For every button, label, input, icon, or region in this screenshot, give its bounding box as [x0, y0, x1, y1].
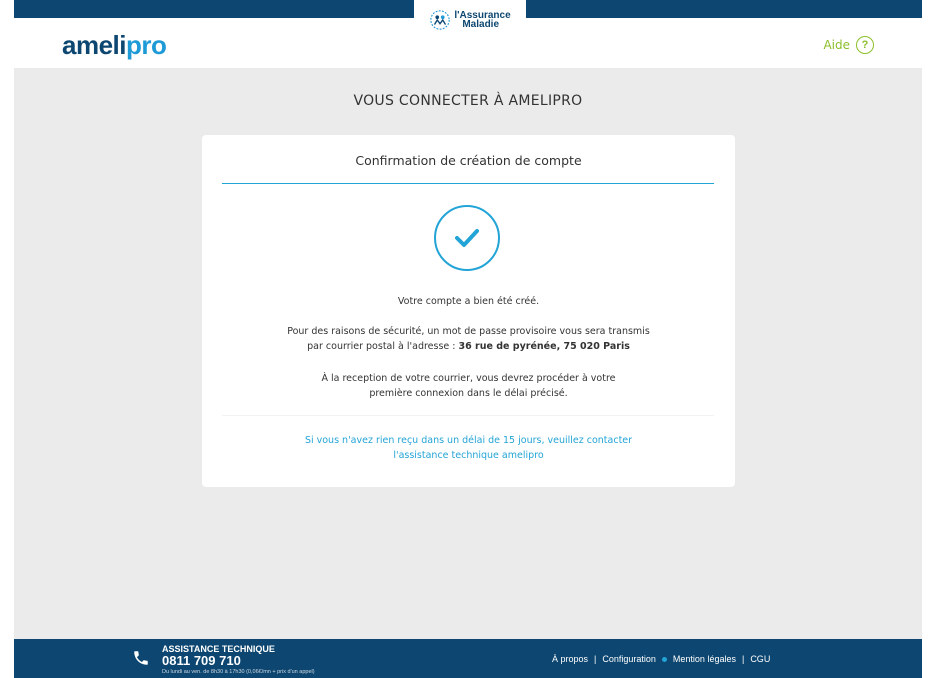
help-link[interactable]: Aide ?	[823, 36, 874, 54]
footer-link-a-propos[interactable]: À propos	[552, 654, 588, 664]
contact-line2: l'assistance technique amelipro	[393, 450, 544, 461]
checkmark-icon	[455, 229, 479, 247]
account-created-message: Votre compte a bien été créé.	[397, 296, 540, 307]
confirmation-card: Confirmation de création de compte Votre…	[202, 135, 735, 487]
assistance-phone-number[interactable]: 0811 709 710	[162, 654, 315, 668]
question-circle-icon: ?	[856, 36, 874, 54]
reception-line2: première connexion dans le délai précisé…	[369, 388, 568, 399]
security-line2-prefix: par courrier postal à l'adresse :	[307, 341, 456, 352]
reception-line1: À la reception de votre courrier, vous d…	[321, 373, 616, 384]
card-separator	[222, 415, 714, 416]
contact-line1: Si vous n'avez rien reçu dans un délai d…	[304, 435, 633, 446]
footer-link-cgu[interactable]: CGU	[750, 654, 770, 664]
postal-address: 36 rue de pyrénée, 75 020 Paris	[458, 341, 630, 352]
help-label: Aide	[823, 38, 850, 52]
page-title: VOUS CONNECTER À AMELIPRO	[353, 93, 583, 109]
contact-support-link[interactable]: Si vous n'avez rien reçu dans un délai d…	[202, 433, 735, 463]
technical-assistance: ASSISTANCE TECHNIQUE 0811 709 710 Du lun…	[162, 644, 315, 676]
app-frame: amelipro Aide ? l'Assurance Maladie VOUS…	[14, 0, 922, 678]
card-title: Confirmation de création de compte	[355, 153, 582, 168]
logo-part-pro: pro	[126, 30, 167, 60]
reception-message: À la reception de votre courrier, vous d…	[202, 371, 735, 401]
assurance-maladie-emblem-icon	[430, 10, 451, 30]
phone-icon	[134, 651, 148, 665]
footer-link-mentions[interactable]: Mention légales	[673, 654, 736, 664]
footer-link-configuration[interactable]: Configuration	[602, 654, 656, 664]
card-divider	[222, 183, 714, 184]
assurance-maladie-logo: l'Assurance Maladie	[414, 0, 526, 40]
amelipro-logo[interactable]: amelipro	[62, 30, 167, 61]
logo-part-ameli: ameli	[62, 30, 127, 60]
assurance-line2: Maladie	[462, 19, 500, 30]
check-circle-icon	[434, 205, 500, 271]
footer: ASSISTANCE TECHNIQUE 0811 709 710 Du lun…	[14, 639, 922, 678]
security-line2: par courrier postal à l'adresse : 36 rue…	[202, 339, 735, 354]
security-line1: Pour des raisons de sécurité, un mot de …	[287, 326, 650, 337]
footer-links: À propos | Configuration Mention légales…	[552, 654, 770, 664]
assurance-maladie-text: l'Assurance Maladie	[454, 11, 510, 30]
dot-icon	[661, 656, 667, 662]
footer-separator: |	[594, 654, 597, 664]
security-message: Pour des raisons de sécurité, un mot de …	[202, 324, 735, 354]
assistance-hours: Du lundi au ven. de 8h30 à 17h30 (0,06€/…	[162, 669, 315, 675]
footer-separator: |	[741, 654, 745, 664]
